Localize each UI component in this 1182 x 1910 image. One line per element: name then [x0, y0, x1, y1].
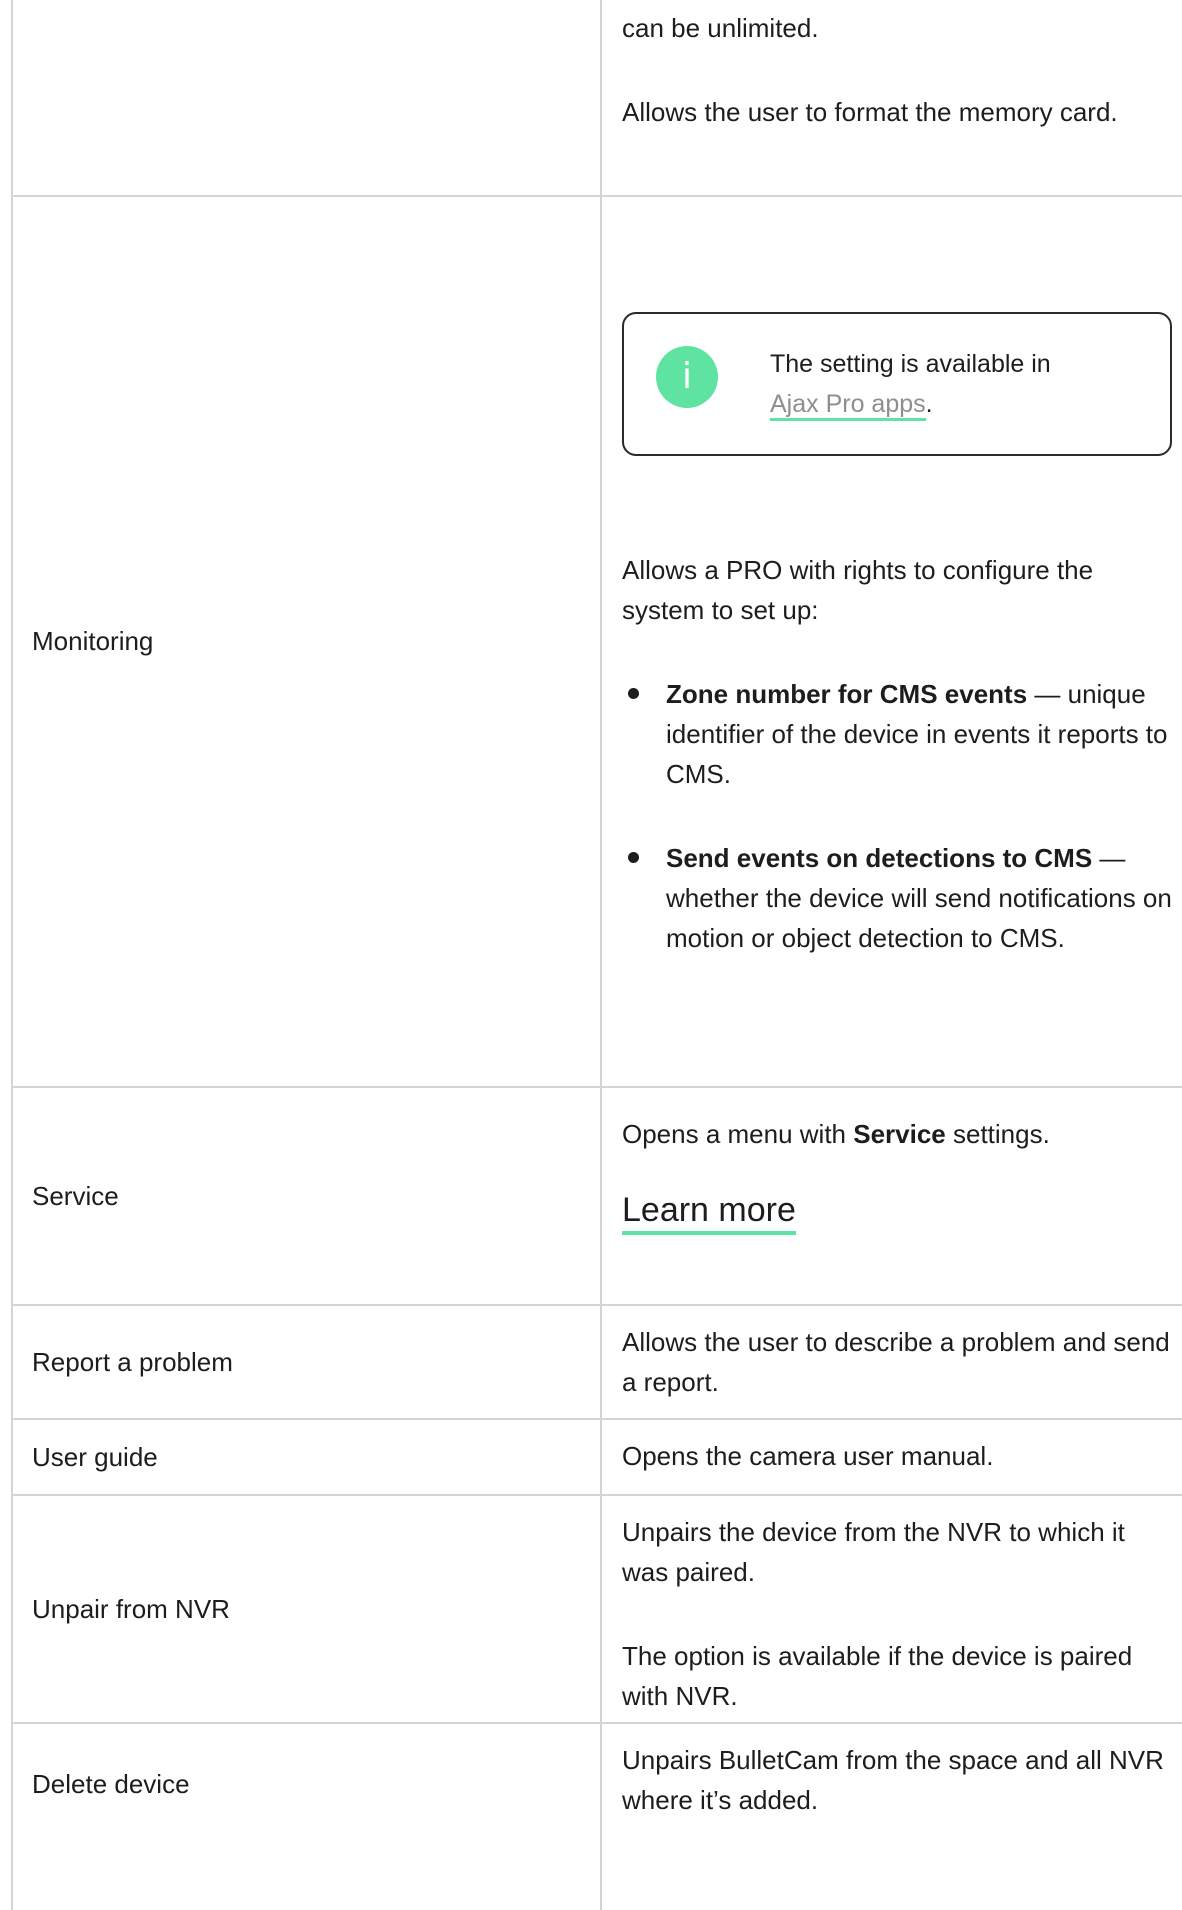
cell-text: Allows the user to describe a problem an… — [622, 1327, 1170, 1397]
row-label-report-problem: Report a problem — [32, 1347, 233, 1377]
row-label-user-guide: User guide — [32, 1442, 158, 1472]
cell-text: can be unlimited. — [622, 13, 819, 43]
row-label-unpair-nvr: Unpair from NVR — [32, 1594, 230, 1624]
learn-more-link[interactable]: Learn more — [622, 1191, 796, 1235]
cell-text: Opens the camera user manual. — [622, 1441, 994, 1471]
info-note: i The setting is available in Ajax Pro a… — [622, 312, 1172, 456]
table-border-left — [11, 0, 13, 1910]
row-label-monitoring: Monitoring — [32, 626, 154, 656]
list-item: Send events on detections to CMS — wheth… — [622, 838, 1174, 958]
row-label-delete-device: Delete device — [32, 1769, 190, 1799]
monitoring-description: Allows a PRO with rights to configure th… — [622, 550, 1174, 958]
cell-text: Allows a PRO with rights to configure th… — [622, 555, 1094, 625]
ajax-pro-apps-link[interactable]: Ajax Pro apps — [770, 390, 926, 421]
cell-text: Allows the user to format the memory car… — [622, 97, 1118, 127]
list-item: Zone number for CMS events — unique iden… — [622, 674, 1174, 794]
table-row: can be unlimited. Allows the user to for… — [622, 8, 1174, 132]
column-divider — [600, 0, 602, 1910]
bullet-list: Zone number for CMS events — unique iden… — [622, 674, 1174, 958]
cell-text: Unpairs BulletCam from the space and all… — [622, 1745, 1164, 1815]
service-description: Opens a menu with Service settings. Lear… — [622, 1114, 1174, 1235]
settings-table: can be unlimited. Allows the user to for… — [0, 0, 1182, 1910]
unpair-description: Unpairs the device from the NVR to which… — [622, 1517, 1133, 1711]
row-label-service: Service — [32, 1181, 119, 1211]
info-icon: i — [656, 346, 718, 408]
info-note-text: The setting is available in Ajax Pro app… — [770, 344, 1150, 424]
